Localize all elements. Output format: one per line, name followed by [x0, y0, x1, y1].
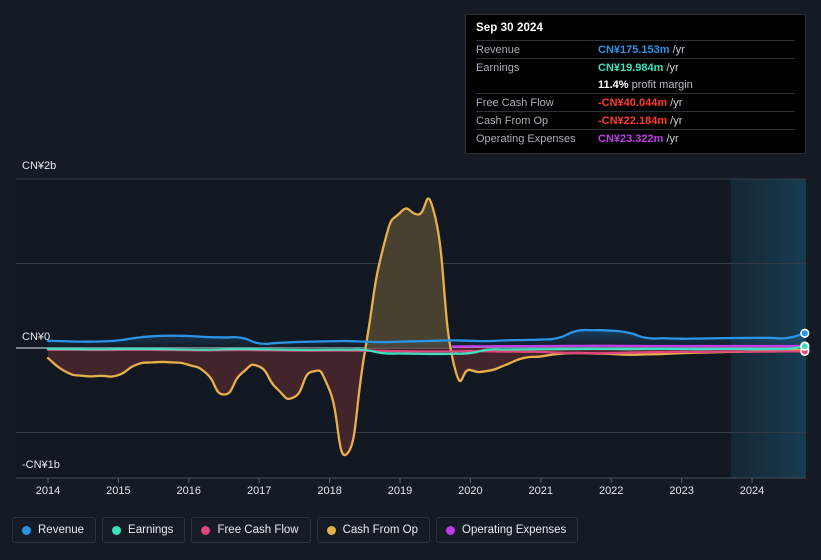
tooltip-row-value: -CN¥22.184m /yr	[598, 115, 682, 127]
tooltip-row: Revenue CN¥175.153m /yr	[476, 40, 795, 58]
tooltip-row: Operating Expenses CN¥23.322m /yr	[476, 129, 795, 147]
legend-color-dot-icon	[22, 525, 31, 535]
tooltip-date: Sep 30 2024	[476, 22, 543, 34]
tooltip-row-label: Earnings	[476, 61, 520, 74]
tooltip-row-unit: /yr	[667, 96, 683, 109]
tooltip-row-unit: /yr	[667, 114, 683, 127]
series-line-operating-expenses	[451, 344, 806, 348]
legend-item-label: Free Cash Flow	[217, 524, 299, 536]
tooltip-row-value: -CN¥40.044m /yr	[598, 97, 682, 109]
tooltip-row-unit: /yr	[669, 43, 685, 56]
x-axis-tick-2022: 2022	[598, 485, 624, 497]
y-axis-label-bottom: -CN¥1b	[22, 459, 60, 471]
legend-item-earnings[interactable]: Earnings	[102, 517, 186, 543]
legend-item-cash-from-op[interactable]: Cash From Op	[316, 517, 431, 543]
x-axis-tick-2024: 2024	[739, 485, 765, 497]
legend-item-free-cash-flow[interactable]: Free Cash Flow	[191, 517, 311, 543]
x-axis-tick-2021: 2021	[528, 485, 554, 497]
tooltip-row-label: Revenue	[476, 43, 521, 56]
x-axis-tick-2023: 2023	[669, 485, 694, 497]
tooltip-row-value: CN¥19.984m /yr	[598, 62, 679, 74]
tooltip-row: 11.4% profit margin	[476, 76, 795, 93]
legend-item-label: Operating Expenses	[462, 524, 567, 536]
tooltip-row: Cash From Op -CN¥22.184m /yr	[476, 111, 795, 129]
x-axis-tick-2014: 2014	[35, 485, 61, 497]
tooltip-row-amount: CN¥19.984m	[598, 61, 664, 74]
data-tooltip: Sep 30 2024 Revenue CN¥175.153m /yr Earnin…	[465, 14, 806, 154]
legend-item-operating-expenses[interactable]: Operating Expenses	[436, 517, 579, 543]
legend-item-label: Cash From Op	[342, 524, 419, 536]
x-axis-tick-2019: 2019	[387, 485, 413, 497]
tooltip-row-label: Operating Expenses	[476, 132, 576, 145]
y-axis-label-zero: CN¥0	[22, 331, 51, 343]
legend-item-label: Earnings	[128, 524, 174, 536]
legend-color-dot-icon	[326, 525, 336, 535]
tooltip-row: Earnings CN¥19.984m /yr	[476, 58, 795, 76]
tooltip-row-amount: -CN¥40.044m	[598, 96, 668, 109]
tooltip-row-label: Free Cash Flow	[476, 96, 554, 109]
tooltip-row-amount: -CN¥22.184m	[598, 114, 668, 127]
legend-item-label: Revenue	[38, 524, 85, 536]
x-axis-tick-2016: 2016	[176, 485, 202, 497]
chart-legend: Revenue Earnings Free Cash Flow Cash From O…	[12, 517, 579, 543]
tooltip-row-amount: CN¥23.322m	[598, 132, 664, 145]
x-axis-tick-2020: 2020	[458, 485, 483, 497]
tooltip-row-label: Cash From Op	[476, 114, 549, 127]
tooltip-row-value: CN¥175.153m /yr	[598, 44, 685, 56]
legend-item-revenue[interactable]: Revenue	[12, 517, 97, 543]
financial-chart-root: CN¥2b CN¥0 -CN¥1b 2014 2015 2016 2017 2018 20…	[0, 0, 821, 560]
tooltip-row-amount: 11.4%	[598, 78, 629, 91]
tooltip-row-unit: /yr	[663, 132, 679, 145]
tooltip-row-amount: CN¥175.153m	[598, 43, 670, 56]
tooltip-row-unit: profit margin	[628, 78, 693, 91]
tooltip-row: Free Cash Flow -CN¥40.044m /yr	[476, 93, 795, 111]
tooltip-rows: Revenue CN¥175.153m /yr Earnings CN¥19.984m…	[476, 40, 795, 147]
tooltip-row-value: CN¥23.322m /yr	[598, 133, 679, 145]
endpoint-marker-earnings	[800, 341, 810, 351]
legend-color-dot-icon	[446, 525, 456, 535]
legend-color-dot-icon	[112, 525, 122, 535]
tooltip-row-value: 11.4% profit margin	[598, 79, 693, 91]
legend-color-dot-icon	[201, 525, 211, 535]
x-axis-tick-2018: 2018	[317, 485, 342, 497]
x-axis-tick-2017: 2017	[246, 485, 272, 497]
x-axis-tick-2015: 2015	[106, 485, 131, 497]
endpoint-marker-revenue	[800, 328, 810, 338]
tooltip-row-unit: /yr	[663, 61, 679, 74]
y-axis-label-top: CN¥2b	[22, 160, 57, 172]
